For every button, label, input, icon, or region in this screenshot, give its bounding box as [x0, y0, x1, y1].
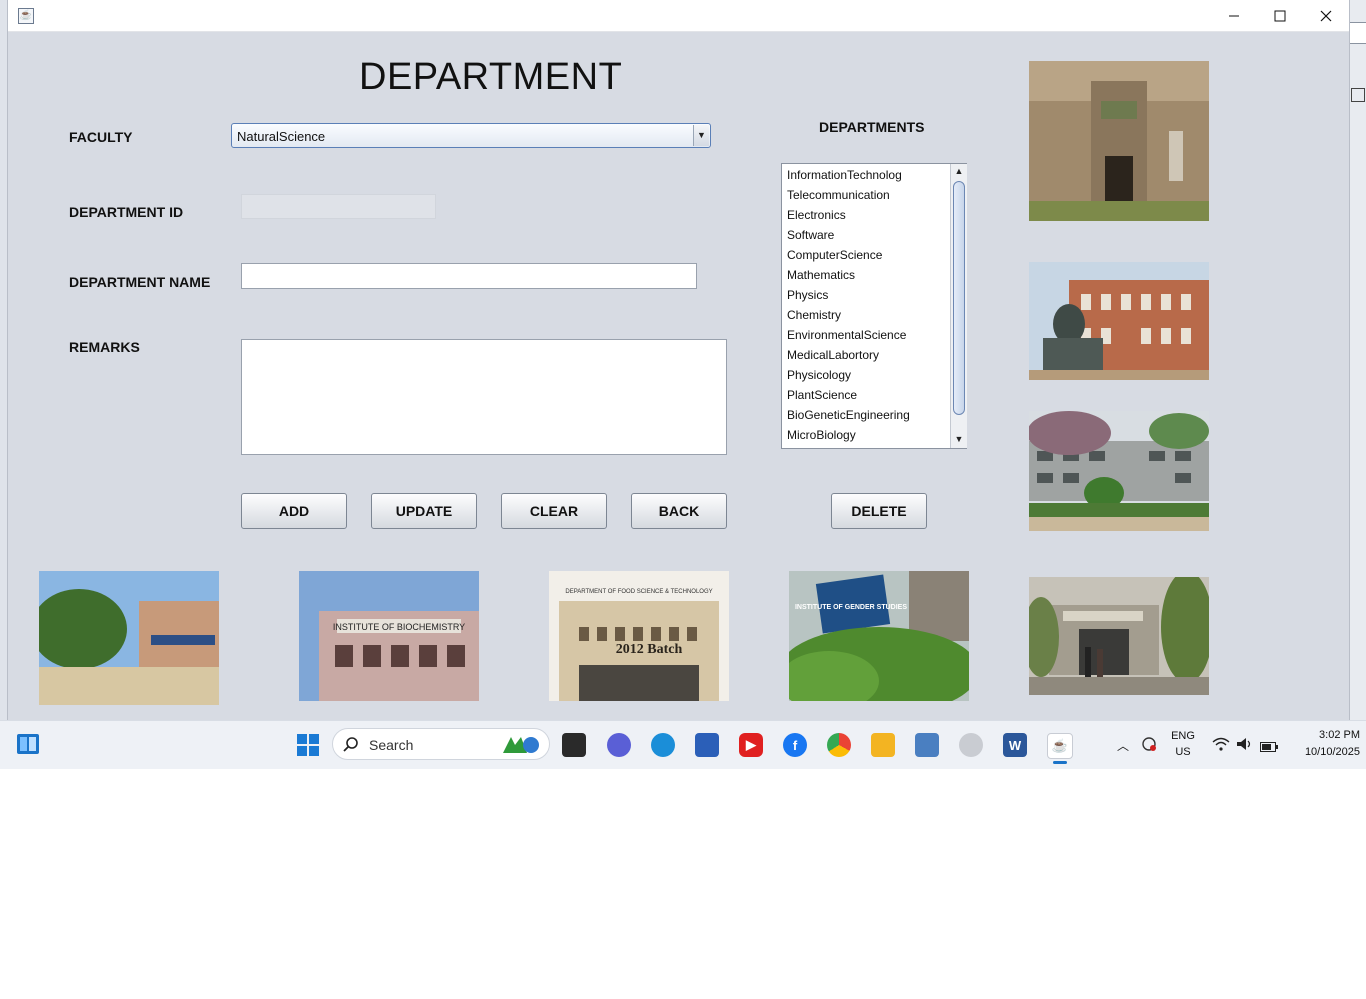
- maximize-button[interactable]: [1257, 0, 1303, 31]
- taskbar-search[interactable]: Search: [332, 728, 550, 760]
- building-photo-1: [1029, 61, 1209, 221]
- clear-button[interactable]: CLEAR: [501, 493, 607, 529]
- list-item[interactable]: BioGeneticEngineering: [787, 408, 910, 422]
- search-placeholder: Search: [369, 737, 414, 753]
- widgets-icon[interactable]: [16, 733, 40, 755]
- clock-date[interactable]: 10/10/2025: [1290, 746, 1360, 758]
- department-id-label: DEPARTMENT ID: [69, 204, 184, 220]
- network-app-icon[interactable]: [959, 733, 983, 757]
- minimize-icon: [1229, 15, 1239, 16]
- scroll-up-icon[interactable]: ▲: [951, 164, 967, 179]
- remarks-label: REMARKS: [69, 339, 140, 355]
- facebook-icon[interactable]: f: [783, 733, 807, 757]
- chevron-down-icon[interactable]: ▼: [693, 125, 709, 146]
- search-icon: [343, 737, 358, 752]
- language-indicator-top[interactable]: ENG: [1168, 730, 1198, 742]
- list-scrollbar[interactable]: ▲ ▼: [950, 164, 967, 448]
- list-item[interactable]: MedicalLabortory: [787, 348, 879, 362]
- gender-studies-sign-text: INSTITUTE OF GENDER STUDIES: [795, 604, 907, 611]
- department-id-field: [241, 194, 436, 219]
- scrollbar-thumb[interactable]: [953, 181, 965, 415]
- list-item[interactable]: EnvironmentalScience: [787, 328, 906, 342]
- chrome-icon[interactable]: [827, 733, 851, 757]
- building-photo-biochemistry: INSTITUTE OF BIOCHEMISTRY: [299, 571, 479, 701]
- list-item[interactable]: Physics: [787, 288, 828, 302]
- department-window: ☕ DEPARTMENT FACULTY NaturalScience ▼ DE…: [7, 0, 1350, 720]
- minimize-button[interactable]: [1211, 0, 1257, 31]
- language-indicator-bottom[interactable]: US: [1168, 746, 1198, 758]
- biochemistry-sign-text: INSTITUTE OF BIOCHEMISTRY: [333, 622, 465, 632]
- list-item[interactable]: Software: [787, 228, 834, 242]
- battery-icon[interactable]: [1260, 739, 1278, 757]
- list-item[interactable]: Mathematics: [787, 268, 855, 282]
- page-title: DEPARTMENT: [359, 56, 623, 98]
- virtualbox-icon[interactable]: [915, 733, 939, 757]
- sync-icon[interactable]: [1140, 735, 1158, 753]
- title-bar[interactable]: ☕: [8, 0, 1349, 32]
- store-icon[interactable]: [695, 733, 719, 757]
- scroll-down-icon[interactable]: ▼: [951, 432, 967, 447]
- file-explorer-icon[interactable]: [871, 733, 895, 757]
- start-icon[interactable]: [296, 733, 320, 757]
- wifi-icon[interactable]: [1212, 737, 1230, 754]
- list-item[interactable]: Physicology: [787, 368, 851, 382]
- department-name-label: DEPARTMENT NAME: [69, 274, 211, 290]
- word-icon[interactable]: W: [1003, 733, 1027, 757]
- building-photo-chemistry: [1029, 577, 1209, 695]
- edge-icon[interactable]: [651, 733, 675, 757]
- food-science-batch-text: 2012 Batch: [616, 642, 683, 657]
- departments-list[interactable]: InformationTechnolog Telecommunication E…: [781, 163, 967, 449]
- desktop-background-right: [1348, 0, 1366, 720]
- volume-icon[interactable]: [1236, 737, 1254, 756]
- teams-chat-icon[interactable]: [607, 733, 631, 757]
- update-button[interactable]: UPDATE: [371, 493, 477, 529]
- java-app-icon: ☕: [18, 8, 34, 24]
- building-photo-2: [1029, 262, 1209, 380]
- faculty-combobox[interactable]: NaturalScience ▼: [231, 123, 711, 148]
- list-item[interactable]: MicroBiology: [787, 428, 856, 442]
- list-item[interactable]: InformationTechnolog: [787, 168, 902, 182]
- building-photo-3: [1029, 411, 1209, 531]
- close-icon: [1320, 10, 1332, 21]
- youtube-icon[interactable]: ▶: [739, 733, 763, 757]
- add-button[interactable]: ADD: [241, 493, 347, 529]
- delete-button[interactable]: DELETE: [831, 493, 927, 529]
- close-button[interactable]: [1303, 0, 1349, 31]
- department-name-field[interactable]: [241, 263, 697, 289]
- java-taskbar-icon[interactable]: ☕: [1047, 733, 1073, 759]
- search-highlight-icon: [503, 737, 539, 753]
- clock-time[interactable]: 3:02 PM: [1290, 729, 1360, 741]
- list-item[interactable]: ComputerScience: [787, 248, 882, 262]
- background-window-control-icon: [1351, 88, 1365, 102]
- taskbar: Search ▶ f W ☕ ︿ ENG US 3:02 PM 10/10/20…: [0, 720, 1366, 769]
- faculty-selected-value: NaturalScience: [237, 129, 326, 144]
- faculty-label: FACULTY: [69, 129, 133, 145]
- remarks-textarea[interactable]: [241, 339, 727, 455]
- chevron-up-icon[interactable]: ︿: [1117, 737, 1129, 754]
- departments-heading: DEPARTMENTS: [819, 119, 925, 135]
- background-window-edge: [1349, 22, 1366, 44]
- list-item[interactable]: PlantScience: [787, 388, 857, 402]
- building-photo-food-science: DEPARTMENT OF FOOD SCIENCE & TECHNOLOGY …: [549, 571, 729, 701]
- maximize-icon: [1274, 10, 1286, 21]
- list-item[interactable]: Electronics: [787, 208, 846, 222]
- building-photo-gender-studies: INSTITUTE OF GENDER STUDIES: [789, 571, 969, 701]
- back-button[interactable]: BACK: [631, 493, 727, 529]
- list-item[interactable]: Telecommunication: [787, 188, 890, 202]
- task-view-icon[interactable]: [562, 733, 586, 757]
- active-app-indicator: [1053, 761, 1067, 764]
- list-item[interactable]: Chemistry: [787, 308, 841, 322]
- building-photo-bottom-1: [39, 571, 219, 705]
- food-science-sign-text: DEPARTMENT OF FOOD SCIENCE & TECHNOLOGY: [565, 589, 712, 595]
